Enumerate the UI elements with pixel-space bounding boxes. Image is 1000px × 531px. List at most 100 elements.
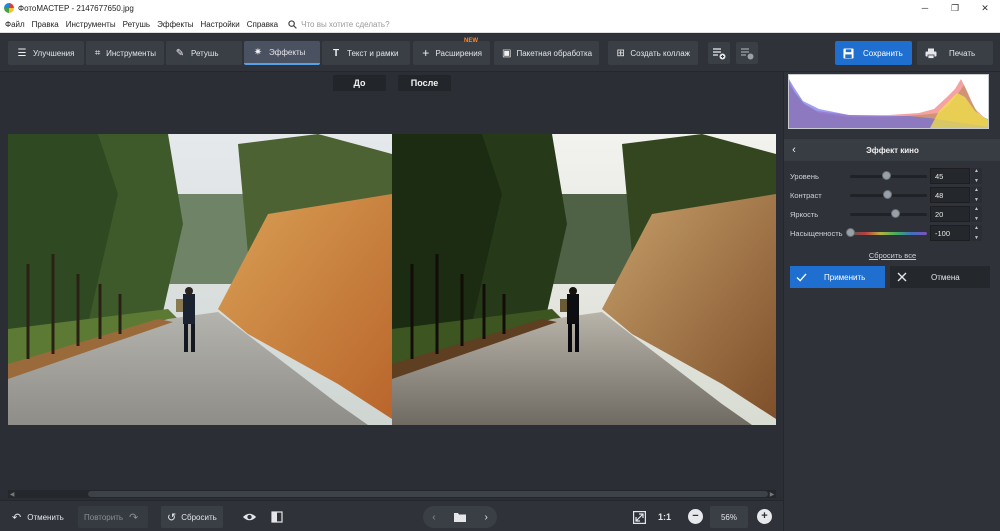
folder-icon[interactable] [454, 512, 466, 522]
eye-icon [242, 513, 257, 521]
chevron-down-icon[interactable]: ▼ [974, 178, 979, 184]
tab-effects[interactable]: ✷ Эффекты [244, 41, 320, 65]
cancel-button[interactable]: Отмена [890, 266, 990, 288]
zoom-out-icon[interactable]: − [688, 509, 703, 524]
after-label: После [398, 75, 451, 91]
saturation-slider-track[interactable] [850, 232, 927, 235]
contrast-stepper[interactable]: ▲ ▼ [971, 187, 982, 203]
menu-tools[interactable]: Инструменты [66, 20, 116, 29]
zoom-in-icon[interactable]: + [757, 509, 772, 524]
save-button[interactable]: Сохранить [835, 41, 912, 65]
actual-size-button[interactable]: 1:1 [652, 506, 677, 528]
tab-label: Эффекты [269, 47, 306, 57]
main-toolbar: ☰ Улучшения ⌗ Инструменты ✎ Ретушь ✷ Эфф… [0, 34, 1000, 72]
menu-file[interactable]: Файл [5, 20, 25, 29]
reset-icon: ↺ [167, 511, 177, 524]
history-button[interactable] [736, 42, 758, 64]
brightness-stepper[interactable]: ▲ ▼ [971, 206, 982, 222]
before-label: До [333, 75, 386, 91]
reset-label: Сбросить [181, 512, 217, 522]
preview-button[interactable] [236, 506, 263, 528]
chevron-down-icon[interactable]: ▼ [974, 216, 979, 222]
previous-image-icon[interactable]: ‹ [432, 512, 435, 523]
bottom-bar: ↶ Отменить Повторить ↷ ↺ Сбросить ‹ › 1:… [0, 500, 783, 531]
horizontal-scrollbar[interactable]: ◀ ▶ [8, 490, 776, 498]
menu-edit[interactable]: Правка [32, 20, 59, 29]
printer-icon [925, 48, 937, 59]
back-icon[interactable]: ‹ [784, 144, 804, 156]
tab-retouch[interactable]: ✎ Ретушь [166, 41, 242, 65]
undo-label: Отменить [27, 512, 64, 522]
zoom-level[interactable]: 56% [710, 506, 748, 528]
scrollbar-thumb[interactable] [88, 491, 768, 497]
chevron-down-icon[interactable]: ▼ [974, 235, 979, 241]
add-preset-button[interactable] [708, 42, 730, 64]
menu-settings[interactable]: Настройки [200, 20, 239, 29]
print-label: Печать [949, 48, 976, 58]
saturation-slider-knob[interactable] [846, 228, 855, 237]
saturation-stepper[interactable]: ▲ ▼ [971, 225, 982, 241]
tab-label: Расширения [435, 48, 482, 58]
saturation-value-input[interactable]: -100 [930, 225, 970, 241]
maximize-icon[interactable]: ❐ [940, 0, 970, 16]
redo-icon: ↷ [129, 511, 139, 524]
tab-batch-processing[interactable]: ▣ Пакетная обработка [494, 41, 599, 65]
brightness-slider-track[interactable] [850, 213, 927, 216]
crop-icon: ⌗ [94, 47, 101, 59]
chevron-up-icon[interactable]: ▲ [974, 187, 979, 193]
tab-text-frames[interactable]: T Текст и рамки [322, 41, 410, 65]
level-stepper[interactable]: ▲ ▼ [971, 168, 982, 184]
contrast-value-input[interactable]: 48 [930, 187, 970, 203]
reset-button[interactable]: ↺ Сбросить [161, 506, 223, 528]
menu-help[interactable]: Справка [247, 20, 278, 29]
image-navigation: ‹ › [423, 506, 497, 528]
chevron-down-icon[interactable]: ▼ [974, 197, 979, 203]
param-contrast: Контраст 48 ▲ ▼ [790, 187, 990, 203]
fit-screen-button[interactable] [627, 506, 652, 528]
sliders-icon: ☰ [17, 47, 27, 59]
brightness-slider-knob[interactable] [891, 209, 900, 218]
close-x-icon [897, 272, 907, 282]
next-image-icon[interactable]: › [484, 512, 487, 523]
brightness-value-input[interactable]: 20 [930, 206, 970, 222]
chevron-up-icon[interactable]: ▲ [974, 225, 979, 231]
param-label: Яркость [790, 209, 819, 219]
level-value-input[interactable]: 45 [930, 168, 970, 184]
undo-button[interactable]: ↶ Отменить [6, 506, 70, 528]
tab-extensions[interactable]: + Расширения NEW [413, 38, 490, 65]
menu-bar: Файл Правка Инструменты Ретушь Эффекты Н… [0, 16, 1000, 33]
menu-retouch[interactable]: Ретушь [123, 20, 151, 29]
search-icon [288, 19, 297, 29]
tab-tools[interactable]: ⌗ Инструменты [86, 41, 164, 65]
apply-button[interactable]: Применить [790, 266, 885, 288]
checkmark-icon [796, 272, 807, 282]
expand-icon [633, 510, 646, 524]
compare-button[interactable] [265, 506, 289, 528]
minimize-icon[interactable]: ─ [910, 0, 940, 16]
after-photo-image [392, 134, 776, 425]
tab-label: Инструменты [106, 48, 156, 58]
redo-button[interactable]: Повторить ↷ [78, 506, 148, 528]
search-placeholder: Что вы хотите сделать? [301, 19, 390, 29]
tab-enhancements[interactable]: ☰ Улучшения [8, 41, 84, 65]
scroll-left-icon[interactable]: ◀ [8, 490, 16, 498]
menu-effects[interactable]: Эффекты [157, 20, 193, 29]
scroll-right-icon[interactable]: ▶ [768, 490, 776, 498]
text-icon: T [332, 47, 340, 59]
before-photo [8, 134, 392, 425]
tab-create-collage[interactable]: ⊞ Создать коллаж [608, 41, 698, 65]
undo-icon: ↶ [12, 511, 22, 524]
level-slider-knob[interactable] [882, 171, 891, 180]
close-icon[interactable]: ✕ [970, 0, 1000, 16]
param-label: Насыщенность [790, 228, 843, 238]
contrast-slider-knob[interactable] [883, 190, 892, 199]
chevron-up-icon[interactable]: ▲ [974, 206, 979, 212]
reset-all-link[interactable]: Сбросить все [784, 251, 1000, 260]
param-label: Контраст [790, 190, 822, 200]
print-button[interactable]: Печать [917, 41, 993, 65]
list-add-icon [713, 48, 726, 60]
magic-wand-icon: ✷ [253, 46, 263, 58]
apply-label: Применить [824, 272, 866, 282]
chevron-up-icon[interactable]: ▲ [974, 168, 979, 174]
menu-search[interactable]: Что вы хотите сделать? [288, 19, 390, 29]
